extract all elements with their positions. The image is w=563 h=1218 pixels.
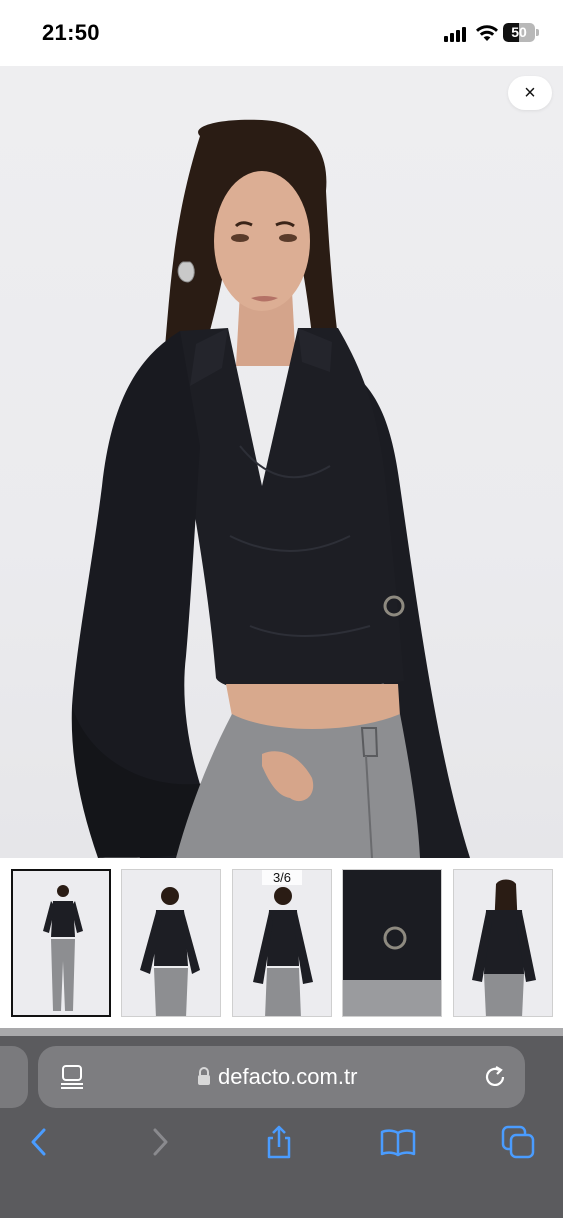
forward-icon[interactable] [142,1124,178,1160]
previous-tab-preview[interactable] [0,1046,28,1108]
thumbnail-5[interactable] [453,869,553,1017]
battery-icon: 50 [503,23,540,42]
image-counter: 3/6 [262,870,302,885]
battery-level: 50 [511,24,527,40]
thumbnail-strip: 3/6 [0,858,563,1030]
lock-icon [197,1067,211,1086]
url-text[interactable]: defacto.com.tr [218,1064,357,1090]
wifi-icon [475,24,499,42]
status-time: 21:50 [42,20,100,45]
back-icon[interactable] [22,1124,58,1160]
bookmarks-icon[interactable] [380,1124,416,1160]
reader-icon[interactable] [60,1064,84,1090]
thumbnail-2[interactable] [121,869,221,1017]
model-illustration [71,119,470,858]
status-bar: 21:50 50 [0,0,563,66]
cellular-signal-icon [444,26,470,42]
thumbnail-3[interactable] [232,869,332,1017]
share-icon[interactable] [261,1124,297,1160]
tabs-icon[interactable] [500,1124,536,1160]
reload-icon[interactable] [482,1064,508,1090]
product-photo[interactable] [0,66,563,858]
close-button[interactable]: × [508,76,552,110]
thumbnail-4[interactable] [342,869,442,1017]
close-icon: × [524,82,536,104]
thumbnail-1[interactable] [11,869,111,1017]
